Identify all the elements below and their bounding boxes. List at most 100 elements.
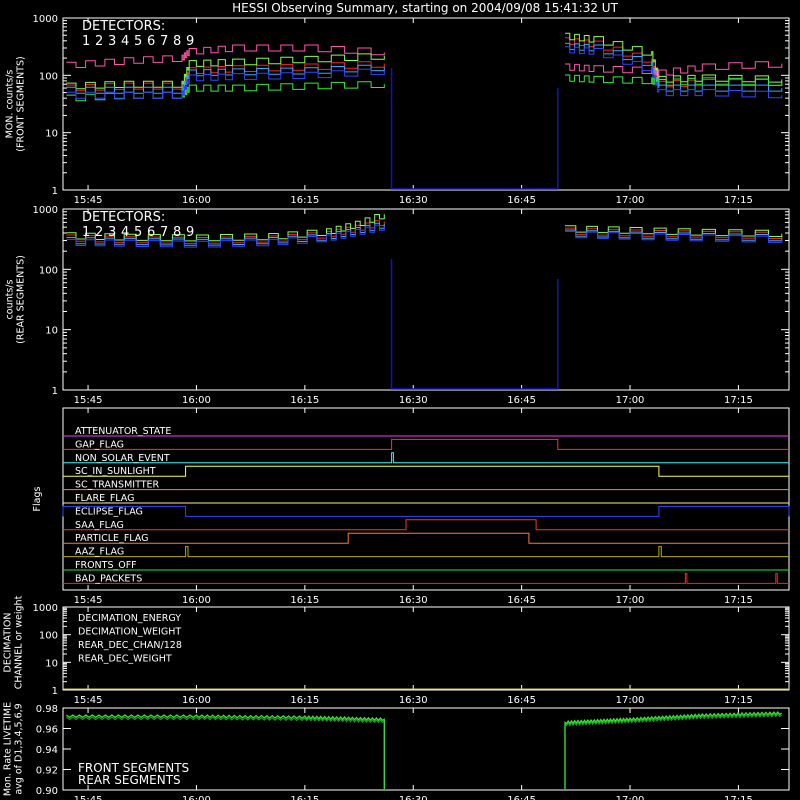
legend-entry-rear-dec-chan-128: REAR_DEC_CHAN/128 bbox=[78, 640, 182, 651]
detector-number-4: 4 bbox=[121, 225, 129, 240]
y-tick-label: 1 bbox=[52, 386, 58, 397]
panel-frame bbox=[62, 17, 790, 191]
detector-number-8: 8 bbox=[173, 34, 181, 49]
flag-label-fronts-off: FRONTS_OFF bbox=[75, 560, 137, 571]
y-tick-label: 100 bbox=[39, 265, 58, 276]
detector-number-2: 2 bbox=[95, 225, 103, 240]
x-tick-label: 15:45 bbox=[74, 695, 103, 706]
x-tick-label: 17:15 bbox=[724, 195, 753, 206]
detector-number-9: 9 bbox=[186, 225, 194, 240]
panel-flags: 15:45 16:00 16:15 16:30 16:45 17:00 17:15 Flags… bbox=[32, 407, 790, 606]
detector-number-4: 4 bbox=[121, 34, 129, 49]
x-tick-label: 16:45 bbox=[507, 395, 536, 406]
livetime-line-rear-segments bbox=[564, 713, 783, 789]
flag-line-saa-flag bbox=[63, 519, 789, 531]
x-tick-label: 17:15 bbox=[724, 395, 753, 406]
y-tick-label: 100 bbox=[39, 71, 58, 82]
x-tick-label: 17:15 bbox=[724, 595, 753, 606]
y-tick-label: 0.92 bbox=[36, 766, 58, 777]
x-tick-label: 16:30 bbox=[399, 595, 428, 606]
flag-label-saa-flag: SAA_FLAG bbox=[75, 520, 124, 531]
x-tick-label: 16:00 bbox=[182, 395, 211, 406]
detector-number-5: 5 bbox=[134, 225, 142, 240]
x-tick-label: 16:00 bbox=[182, 695, 211, 706]
panel-rear: 15:45 16:00 16:15 16:30 16:45 17:00 17:15 1 10 10… bbox=[5, 205, 790, 406]
y-tick-label: 1000 bbox=[33, 14, 58, 25]
y-tick-label: 1 bbox=[52, 686, 58, 697]
flag-label-particle-flag: PARTICLE_FLAG bbox=[75, 533, 148, 544]
detector-number-3: 3 bbox=[108, 225, 116, 240]
observing-summary-chart: HESSI Observing Summary, starting on 200… bbox=[0, 0, 800, 800]
x-tick-label: 16:45 bbox=[507, 695, 536, 706]
x-tick-label: 17:00 bbox=[616, 795, 645, 800]
x-tick-label: 16:45 bbox=[507, 595, 536, 606]
x-tick-label: 16:00 bbox=[182, 195, 211, 206]
x-tick-label: 16:15 bbox=[290, 695, 319, 706]
x-tick-label: 17:00 bbox=[616, 195, 645, 206]
x-tick-label: 15:45 bbox=[74, 595, 103, 606]
flag-label-eclipse-flag: ECLIPSE_FLAG bbox=[75, 506, 143, 517]
panel-frame bbox=[62, 407, 790, 591]
y-tick-label: 100 bbox=[39, 631, 58, 642]
x-tick-label: 17:00 bbox=[616, 395, 645, 406]
x-tick-label: 17:15 bbox=[724, 695, 753, 706]
y-axis-label: (FRONT SEGMENTS) bbox=[16, 56, 27, 151]
flag-line-gap-flag bbox=[63, 438, 789, 450]
x-tick-label: 16:30 bbox=[399, 695, 428, 706]
panel-decimation: 15:45 16:00 16:15 16:30 16:45 17:00 17:15 1 10 10… bbox=[3, 595, 790, 706]
flag-label-bad-packets: BAD_PACKETS bbox=[75, 573, 142, 584]
detector-number-2: 2 bbox=[95, 34, 103, 49]
detector-number-1: 1 bbox=[82, 34, 90, 49]
flag-line-bad-packets bbox=[63, 572, 789, 584]
y-tick-label: 0.94 bbox=[36, 745, 58, 756]
x-tick-label: 15:45 bbox=[74, 195, 103, 206]
panels: 15:45 16:00 16:15 16:30 16:45 17:00 17:1511010… bbox=[3, 14, 790, 800]
y-tick-label: 0.98 bbox=[36, 704, 58, 715]
flag-label-sc-transmitter: SC_TRANSMITTER bbox=[75, 480, 160, 491]
x-tick-label: 16:30 bbox=[399, 395, 428, 406]
y-tick-label: 1000 bbox=[33, 603, 58, 614]
detector-number-6: 6 bbox=[147, 34, 155, 49]
flag-label-gap-flag: GAP_FLAG bbox=[75, 439, 124, 450]
y-tick-label: 1000 bbox=[33, 205, 58, 216]
detector-number-9: 9 bbox=[186, 34, 194, 49]
detectors-legend-title: DETECTORS: bbox=[82, 19, 165, 34]
y-tick-label: 0.90 bbox=[36, 786, 58, 797]
detector-number-6: 6 bbox=[147, 225, 155, 240]
legend-entry-decimation-weight: DECIMATION_WEIGHT bbox=[78, 627, 181, 638]
chart-title: HESSI Observing Summary, starting on 200… bbox=[232, 1, 618, 15]
x-tick-label: 17:15 bbox=[724, 795, 753, 800]
detectors-legend-title: DETECTORS: bbox=[82, 210, 165, 225]
legend-entry-rear-dec-weight: REAR_DEC_WEIGHT bbox=[78, 654, 172, 665]
x-tick-label: 16:15 bbox=[290, 595, 319, 606]
panel-front: 15:45 16:00 16:15 16:30 16:45 17:00 17:15 1 10 10… bbox=[5, 14, 790, 206]
y-tick-label: 0.96 bbox=[36, 725, 58, 736]
panel-livetime: 15:45 16:00 16:15 16:30 16:45 17:00 17:15 0.90 0… bbox=[3, 702, 790, 800]
y-tick-label: 10 bbox=[45, 129, 58, 140]
x-tick-label: 16:30 bbox=[399, 795, 428, 800]
flag-line-eclipse-flag bbox=[62, 505, 790, 517]
flag-line-sc-in-sunlight bbox=[63, 465, 789, 477]
x-tick-label: 16:45 bbox=[507, 195, 536, 206]
flag-line-non-solar-event bbox=[63, 452, 789, 464]
legend-entry-decimation-energy: DECIMATION_ENERGY bbox=[78, 613, 181, 624]
flag-label-aaz-flag: AAZ_FLAG bbox=[75, 547, 124, 558]
y-axis-label: MON. counts/s bbox=[5, 70, 16, 139]
y-axis-label: Flags bbox=[32, 486, 43, 511]
flag-label-non-solar-event: NON_SOLAR_EVENT bbox=[75, 453, 170, 464]
y-tick-label: 10 bbox=[45, 658, 58, 669]
x-tick-label: 16:15 bbox=[290, 795, 319, 800]
x-tick-label: 15:45 bbox=[74, 395, 103, 406]
series-line-2 bbox=[565, 61, 783, 77]
x-tick-label: 16:45 bbox=[507, 795, 536, 800]
y-axis-label: CHANNEL or weight bbox=[14, 595, 25, 689]
detector-number-7: 7 bbox=[160, 34, 168, 49]
data-gap-line bbox=[390, 68, 559, 190]
x-tick-label: 16:30 bbox=[399, 195, 428, 206]
detector-number-8: 8 bbox=[173, 225, 181, 240]
x-tick-label: 16:15 bbox=[290, 395, 319, 406]
flag-line-aaz-flag bbox=[63, 546, 789, 558]
detector-number-1: 1 bbox=[82, 225, 90, 240]
flag-label-attenuator-state: ATTENUATOR_STATE bbox=[75, 426, 171, 437]
livetime-line-front-segments bbox=[564, 711, 783, 789]
